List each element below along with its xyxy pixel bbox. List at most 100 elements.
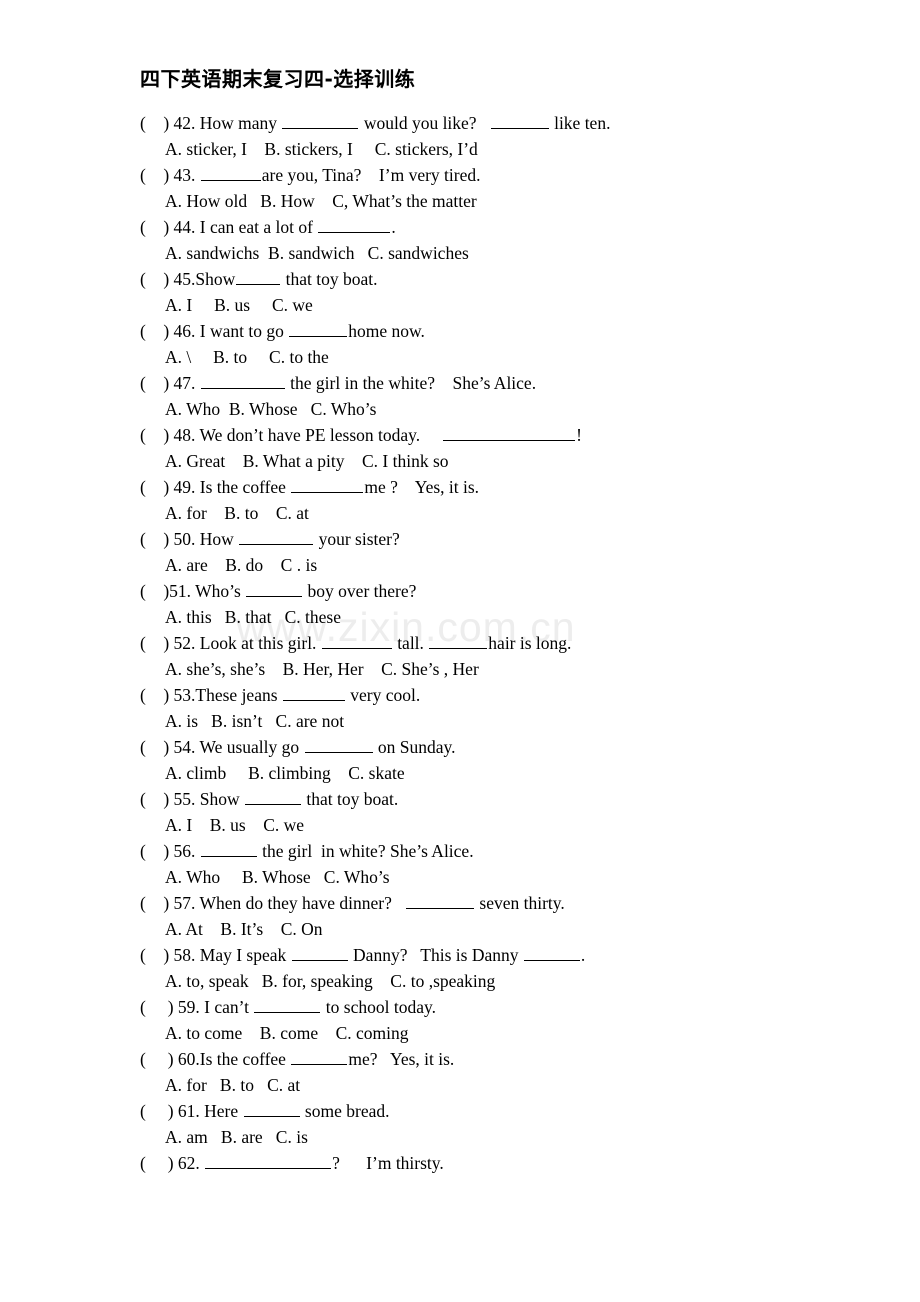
question-options[interactable]: A. Who B. Whose C. Who’s — [0, 864, 920, 890]
question-options[interactable]: A. Great B. What a pity C. I think so — [0, 448, 920, 474]
answer-bracket: ( ) — [140, 737, 174, 757]
question-stem: ( ) 45.Show that toy boat. — [0, 266, 920, 292]
question-number: 59. — [177, 997, 205, 1017]
question-options[interactable]: A. sticker, I B. stickers, I C. stickers… — [0, 136, 920, 162]
answer-bracket: ( ) — [140, 581, 170, 601]
question-stem: ( ) 42. How many would you like? like te… — [0, 110, 920, 136]
answer-blank[interactable] — [239, 529, 314, 545]
question-text: We usually go — [199, 737, 304, 757]
answer-bracket: ( ) — [140, 373, 174, 393]
question-options[interactable]: A. to, speak B. for, speaking C. to ,spe… — [0, 968, 920, 994]
answer-blank[interactable] — [291, 477, 364, 493]
question-text: Is the coffee — [199, 1049, 291, 1069]
question-text: Show — [199, 789, 245, 809]
question-options[interactable]: A. I B. us C. we — [0, 292, 920, 318]
answer-blank[interactable] — [245, 789, 302, 805]
question-stem: ( ) 48. We don’t have PE lesson today. ! — [0, 422, 920, 448]
answer-bracket: ( ) — [140, 945, 174, 965]
question-number: 44. — [173, 217, 200, 237]
question-options[interactable]: A. this B. that C. these — [0, 604, 920, 630]
question-text: very cool. — [345, 685, 421, 705]
question-options[interactable]: A. How old B. How C, What’s the matter — [0, 188, 920, 214]
question-text: How many — [199, 113, 282, 133]
question-stem: ( ) 44. I can eat a lot of . — [0, 214, 920, 240]
answer-blank[interactable] — [443, 425, 576, 441]
answer-blank[interactable] — [406, 893, 475, 909]
question-options[interactable]: A. to come B. come C. coming — [0, 1020, 920, 1046]
question-text: your sister? — [314, 529, 400, 549]
question-stem: ( ) 60.Is the coffee me? Yes, it is. — [0, 1046, 920, 1072]
answer-blank[interactable] — [523, 945, 580, 961]
question-number: 48. — [173, 425, 200, 445]
answer-blank[interactable] — [291, 945, 348, 961]
question-text: tall. — [392, 633, 429, 653]
question-text: the girl in white? She’s Alice. — [257, 841, 474, 861]
answer-blank[interactable] — [490, 113, 549, 129]
question-options[interactable]: A. sandwichs B. sandwich C. sandwiches — [0, 240, 920, 266]
question-number: 57. — [173, 893, 200, 913]
question-options[interactable]: A. Who B. Whose C. Who’s — [0, 396, 920, 422]
answer-blank[interactable] — [200, 841, 257, 857]
question-number: 58. — [173, 945, 200, 965]
question-number: 47. — [173, 373, 200, 393]
question-number: 52. — [173, 633, 200, 653]
answer-blank[interactable] — [200, 165, 261, 181]
question-options[interactable]: A. is B. isn’t C. are not — [0, 708, 920, 734]
answer-blank[interactable] — [254, 997, 321, 1013]
question-text: ! — [576, 425, 582, 445]
question-text: are you, Tina? I’m very tired. — [261, 165, 481, 185]
answer-bracket: ( ) — [140, 633, 174, 653]
answer-bracket: ( ) — [140, 841, 174, 861]
question-options[interactable]: A. are B. do C . is — [0, 552, 920, 578]
question-text: me? Yes, it is. — [348, 1049, 455, 1069]
question-text: Danny? This is Danny — [348, 945, 523, 965]
answer-bracket: ( ) — [140, 217, 174, 237]
question-options[interactable]: A. for B. to C. at — [0, 1072, 920, 1098]
question-options[interactable]: A. \ B. to C. to the — [0, 344, 920, 370]
question-text: hair is long. — [488, 633, 572, 653]
answer-bracket: ( ) — [140, 425, 174, 445]
question-options[interactable]: A. she’s, she’s B. Her, Her C. She’s , H… — [0, 656, 920, 682]
answer-bracket: ( ) — [140, 997, 178, 1017]
answer-blank[interactable] — [321, 633, 392, 649]
question-stem: ( )51. Who’s boy over there? — [0, 578, 920, 604]
answer-blank[interactable] — [429, 633, 488, 649]
answer-blank[interactable] — [205, 1153, 332, 1169]
answer-blank[interactable] — [246, 581, 303, 597]
answer-bracket: ( ) — [140, 321, 174, 341]
question-text: boy over there? — [303, 581, 417, 601]
question-stem: ( ) 46. I want to go home now. — [0, 318, 920, 344]
question-options[interactable]: A. At B. It’s C. On — [0, 916, 920, 942]
answer-bracket: ( ) — [140, 477, 174, 497]
answer-blank[interactable] — [318, 217, 391, 233]
question-options[interactable]: A. climb B. climbing C. skate — [0, 760, 920, 786]
answer-bracket: ( ) — [140, 269, 174, 289]
answer-blank[interactable] — [282, 685, 345, 701]
question-options[interactable]: A. am B. are C. is — [0, 1124, 920, 1150]
answer-bracket: ( ) — [140, 113, 174, 133]
question-number: 60. — [177, 1049, 200, 1069]
answer-bracket: ( ) — [140, 529, 174, 549]
question-text: These jeans — [195, 685, 282, 705]
question-stem: ( ) 50. How your sister? — [0, 526, 920, 552]
answer-blank[interactable] — [243, 1101, 300, 1117]
answer-blank[interactable] — [289, 321, 348, 337]
question-number: 50. — [173, 529, 200, 549]
question-options[interactable]: A. for B. to C. at — [0, 500, 920, 526]
question-text: Look at this girl. — [199, 633, 321, 653]
question-number: 46. — [173, 321, 200, 341]
question-stem: ( ) 57. When do they have dinner? seven … — [0, 890, 920, 916]
answer-blank[interactable] — [200, 373, 285, 389]
answer-blank[interactable] — [282, 113, 359, 129]
answer-blank[interactable] — [304, 737, 373, 753]
question-number: 56. — [173, 841, 200, 861]
question-stem: ( ) 61. Here some bread. — [0, 1098, 920, 1124]
question-stem: ( ) 62. ? I’m thirsty. — [0, 1150, 920, 1176]
question-stem: ( ) 58. May I speak Danny? This is Danny… — [0, 942, 920, 968]
answer-blank[interactable] — [236, 269, 281, 285]
question-options[interactable]: A. I B. us C. we — [0, 812, 920, 838]
question-stem: ( ) 49. Is the coffee me ? Yes, it is. — [0, 474, 920, 500]
question-number: 51. — [169, 581, 196, 601]
answer-blank[interactable] — [291, 1049, 348, 1065]
answer-bracket: ( ) — [140, 789, 174, 809]
